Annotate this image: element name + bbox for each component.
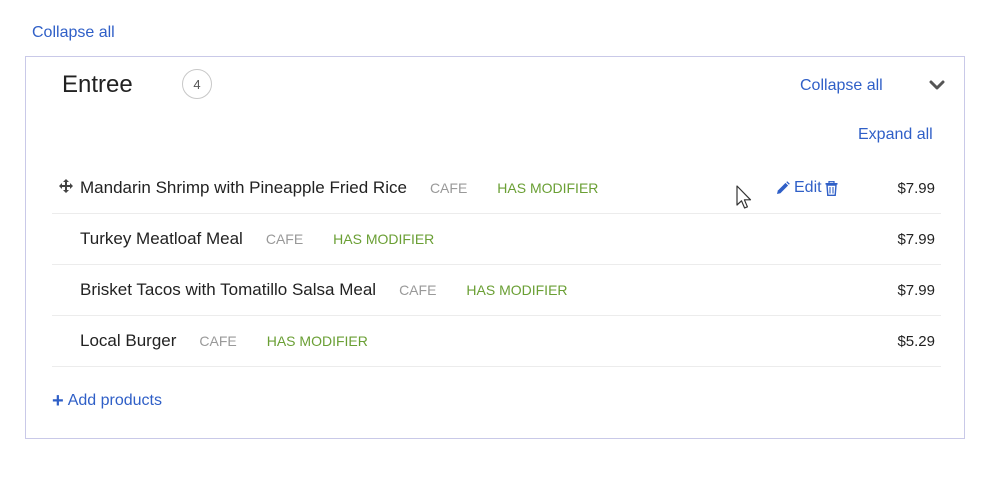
- product-name: Brisket Tacos with Tomatillo Salsa Meal: [80, 280, 377, 299]
- product-name: Turkey Meatloaf Meal: [80, 229, 243, 248]
- modifier-badge: HAS MODIFIER: [333, 231, 435, 247]
- product-row[interactable]: Local Burger CAFE HAS MODIFIER $5.29: [52, 316, 941, 367]
- product-location: CAFE: [399, 282, 437, 298]
- edit-label: Edit: [794, 179, 822, 196]
- product-price: $7.99: [897, 230, 935, 248]
- modifier-badge: HAS MODIFIER: [266, 333, 368, 349]
- product-row[interactable]: Mandarin Shrimp with Pineapple Fried Ric…: [52, 163, 941, 214]
- product-location: CAFE: [265, 231, 304, 247]
- category-title: Entree: [62, 71, 133, 98]
- trash-icon[interactable]: [825, 180, 838, 196]
- product-price: $5.29: [897, 332, 935, 350]
- edit-button[interactable]: Edit: [776, 179, 822, 197]
- expand-all-link[interactable]: Expand all: [858, 126, 933, 144]
- add-products-button[interactable]: + Add products: [52, 390, 162, 412]
- move-icon[interactable]: [58, 178, 74, 194]
- add-products-label: Add products: [67, 392, 162, 409]
- product-location: CAFE: [429, 180, 468, 196]
- modifier-badge: HAS MODIFIER: [497, 180, 599, 196]
- product-name: Mandarin Shrimp with Pineapple Fried Ric…: [80, 178, 407, 197]
- plus-icon: +: [52, 390, 64, 412]
- category-collapse-all-link[interactable]: Collapse all: [800, 77, 883, 95]
- category-panel: Entree 4 Collapse all Expand all Mandari…: [25, 56, 965, 439]
- product-price: $7.99: [897, 281, 935, 299]
- product-location: CAFE: [199, 333, 237, 349]
- product-count-badge: 4: [182, 69, 212, 99]
- collapse-all-link[interactable]: Collapse all: [32, 24, 115, 42]
- mouse-cursor-icon: [736, 185, 754, 211]
- product-list: Mandarin Shrimp with Pineapple Fried Ric…: [52, 163, 941, 367]
- product-row[interactable]: Brisket Tacos with Tomatillo Salsa Meal …: [52, 265, 941, 316]
- product-name: Local Burger: [80, 331, 177, 350]
- pencil-icon: [777, 181, 790, 194]
- chevron-down-icon[interactable]: [929, 77, 945, 93]
- modifier-badge: HAS MODIFIER: [466, 282, 568, 298]
- product-price: $7.99: [897, 179, 935, 197]
- product-row[interactable]: Turkey Meatloaf Meal CAFE HAS MODIFIER $…: [52, 214, 941, 265]
